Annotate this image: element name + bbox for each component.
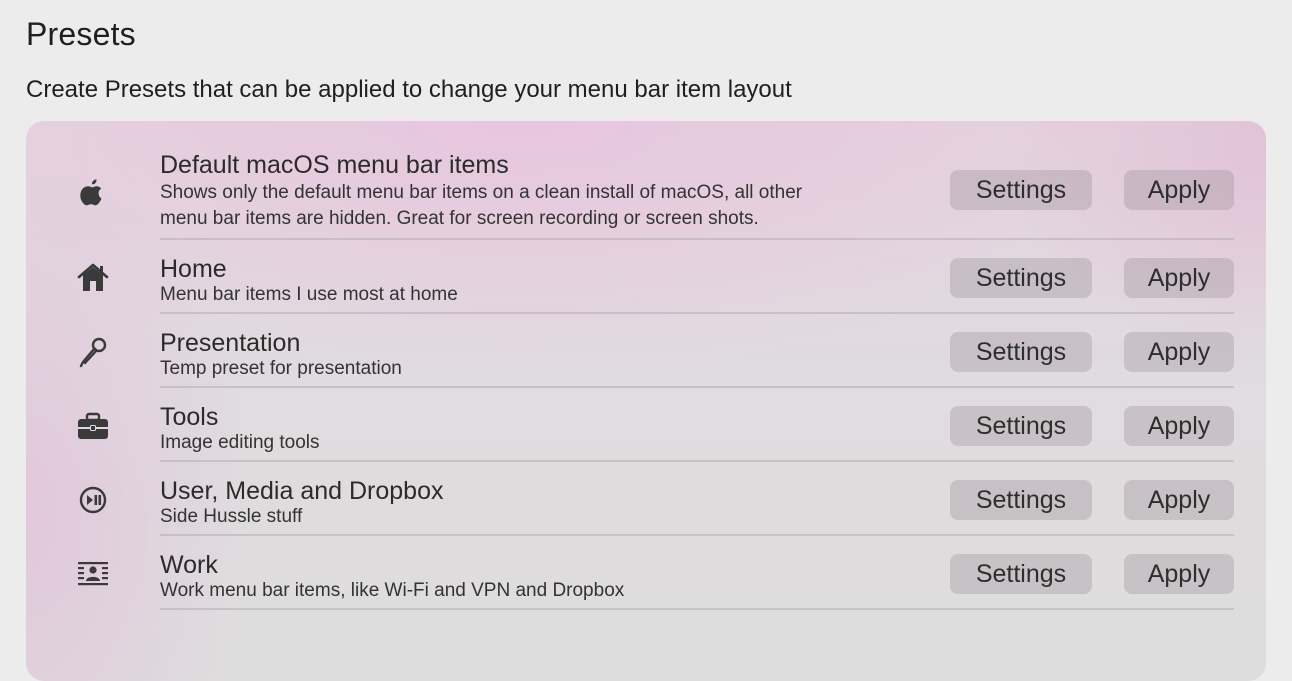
apply-button[interactable]: Apply — [1124, 258, 1234, 298]
settings-button[interactable]: Settings — [950, 258, 1092, 298]
settings-button[interactable]: Settings — [950, 406, 1092, 446]
preset-title: Default macOS menu bar items — [160, 151, 509, 179]
apply-button[interactable]: Apply — [1124, 332, 1234, 372]
apply-button[interactable]: Apply — [1124, 480, 1234, 520]
page-title: Presets — [26, 16, 136, 52]
preset-description: Work menu bar items, like Wi-Fi and VPN … — [160, 580, 625, 601]
page-subtitle: Create Presets that can be applied to ch… — [26, 76, 792, 103]
preset-title: Work — [160, 551, 218, 579]
settings-button[interactable]: Settings — [950, 332, 1092, 372]
row-divider — [160, 238, 1234, 240]
apply-button[interactable]: Apply — [1124, 406, 1234, 446]
preset-description: Image editing tools — [160, 432, 320, 453]
preset-description-continued: menu bar items are hidden. Great for scr… — [160, 208, 759, 229]
house-icon — [72, 257, 114, 299]
apple-logo-icon — [72, 171, 114, 213]
row-divider — [160, 460, 1234, 462]
preset-title: User, Media and Dropbox — [160, 477, 444, 505]
row-divider — [160, 534, 1234, 536]
microphone-icon — [72, 331, 114, 373]
row-divider — [160, 386, 1234, 388]
preset-title: Tools — [160, 403, 219, 431]
settings-button[interactable]: Settings — [950, 170, 1092, 210]
preset-description: Menu bar items I use most at home — [160, 284, 458, 305]
preset-title: Home — [160, 255, 227, 283]
preset-title: Presentation — [160, 329, 301, 357]
row-divider — [160, 608, 1234, 610]
apply-button[interactable]: Apply — [1124, 554, 1234, 594]
settings-button[interactable]: Settings — [950, 554, 1092, 594]
row-divider — [160, 312, 1234, 314]
play-pause-circle-icon — [72, 479, 114, 521]
preset-description: Side Hussle stuff — [160, 506, 303, 527]
preset-description: Temp preset for presentation — [160, 358, 402, 379]
person-text-icon — [72, 553, 114, 595]
briefcase-icon — [72, 405, 114, 447]
presets-panel: Default macOS menu bar items Shows only … — [26, 121, 1266, 681]
preset-description: Shows only the default menu bar items on… — [160, 182, 803, 203]
apply-button[interactable]: Apply — [1124, 170, 1234, 210]
settings-button[interactable]: Settings — [950, 480, 1092, 520]
